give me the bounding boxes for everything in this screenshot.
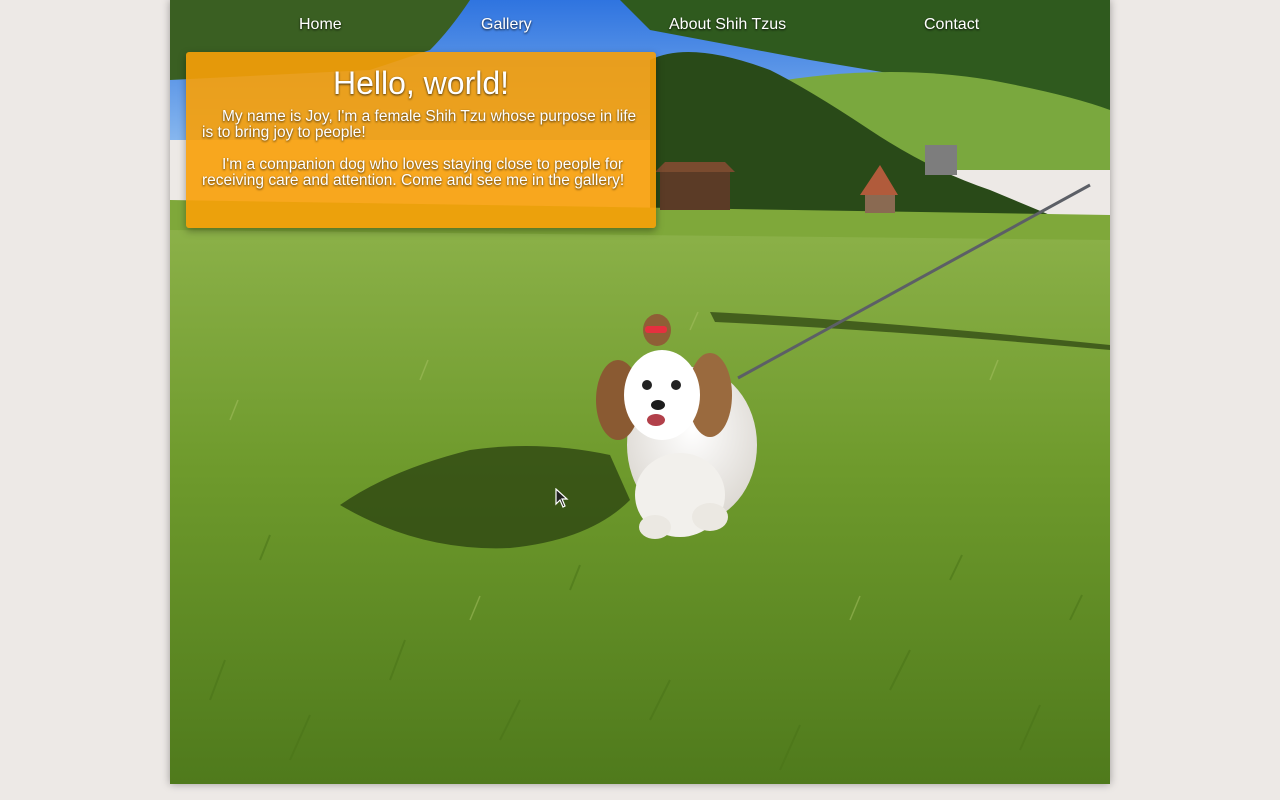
main-nav: Home Gallery About Shih Tzus Contact bbox=[170, 0, 1110, 50]
nav-link-about-shih-tzus[interactable]: About Shih Tzus bbox=[669, 16, 786, 34]
intro-paragraph-2: I'm a companion dog who loves staying cl… bbox=[202, 156, 625, 189]
intro-card: Hello, world! My name is Joy, I'm a fema… bbox=[186, 52, 656, 228]
intro-paragraph-1: My name is Joy, I'm a female Shih Tzu wh… bbox=[202, 108, 637, 141]
nav-link-home[interactable]: Home bbox=[299, 16, 342, 34]
nav-link-contact[interactable]: Contact bbox=[924, 16, 979, 34]
nav-link-gallery[interactable]: Gallery bbox=[481, 16, 532, 34]
page-container: Home Gallery About Shih Tzus Contact Hel… bbox=[170, 0, 1110, 784]
intro-heading: Hello, world! bbox=[332, 65, 510, 101]
mouse-cursor-icon bbox=[555, 488, 569, 508]
